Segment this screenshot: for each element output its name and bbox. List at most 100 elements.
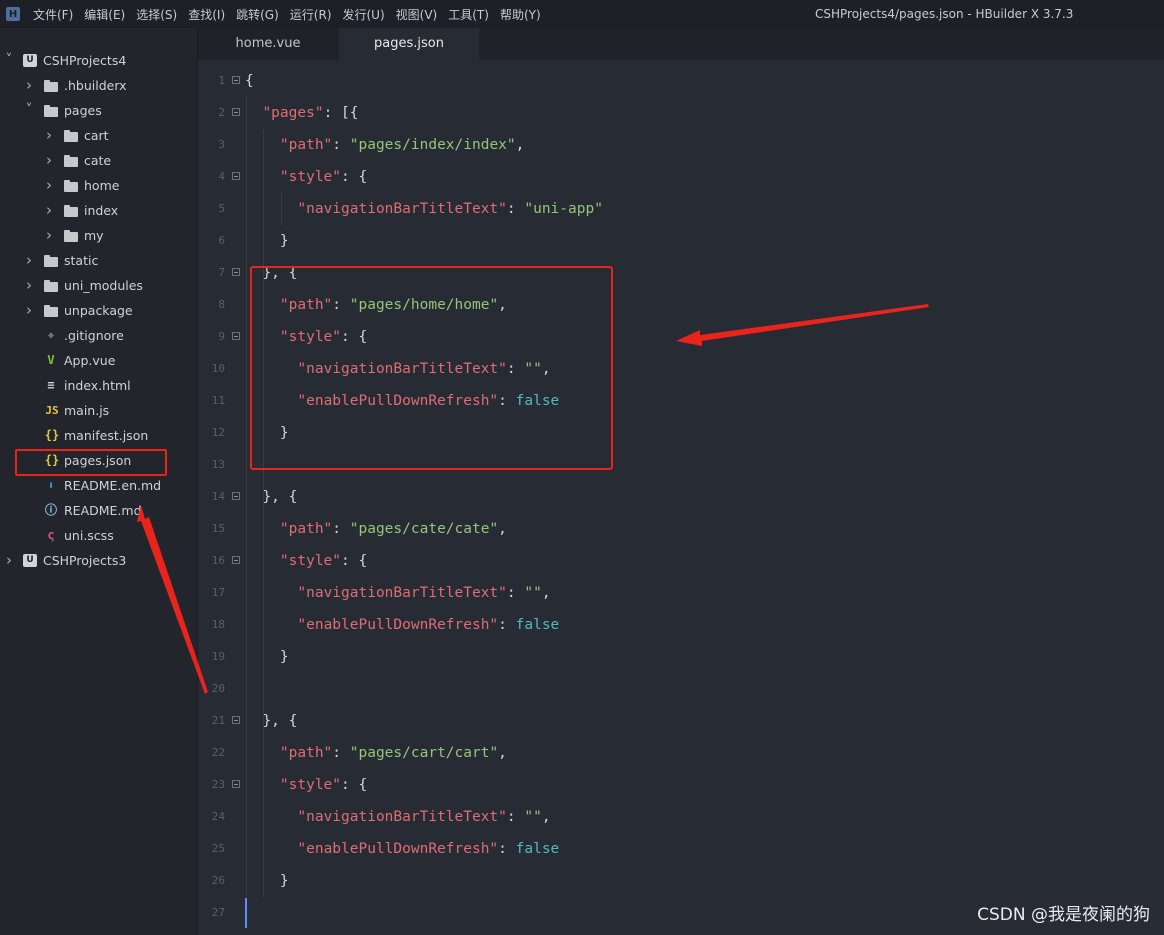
folder-icon <box>64 230 78 242</box>
fold-toggle-icon[interactable] <box>232 492 240 500</box>
chevron-right-icon[interactable]: › <box>24 73 34 98</box>
menu-item[interactable]: 工具(T) <box>448 6 489 23</box>
menu-item[interactable]: 帮助(Y) <box>500 6 541 23</box>
line-number: 13 <box>211 458 225 471</box>
tree-item[interactable]: › unpackage <box>0 298 197 323</box>
tree-item[interactable]: ˅ pages <box>0 98 197 123</box>
fold-toggle-icon[interactable] <box>232 780 240 788</box>
menu-item[interactable]: 文件(F) <box>33 6 73 23</box>
line-number: 15 <box>211 522 225 535</box>
tree-item[interactable]: › U CSHProjects3 <box>0 548 197 573</box>
code-content: "enablePullDownRefresh": false <box>297 609 559 641</box>
tree-item[interactable]: › cate <box>0 148 197 173</box>
tree-item[interactable]: ◆ .gitignore <box>0 323 197 348</box>
menu-item[interactable]: 选择(S) <box>136 6 177 23</box>
code-line: 1{ <box>198 65 1164 97</box>
fold-toggle-icon[interactable] <box>232 172 240 180</box>
chevron-right-icon[interactable]: › <box>44 148 54 173</box>
json-boolean: false <box>515 841 560 857</box>
json-punctuation: : <box>498 841 516 857</box>
json-punctuation: } <box>279 649 289 665</box>
menu-item[interactable]: 视图(V) <box>396 6 438 23</box>
code-content: "navigationBarTitleText": "", <box>297 577 550 609</box>
tree-item-label: README.en.md <box>64 478 162 493</box>
code-line: 22 "path": "pages/cart/cart", <box>198 737 1164 769</box>
chevron-right-icon[interactable]: › <box>44 123 54 148</box>
json-string: "" <box>524 585 542 601</box>
chevron-right-icon[interactable]: › <box>24 298 34 323</box>
annotation-box-pages-json <box>15 449 167 476</box>
json-file-icon: {} <box>44 428 60 442</box>
json-punctuation: : <box>506 201 525 217</box>
fold-toggle-icon[interactable] <box>232 108 240 116</box>
code-content: } <box>280 865 289 897</box>
indent-guide <box>263 129 264 897</box>
json-key: "navigationBarTitleText" <box>297 809 507 825</box>
chevron-right-icon[interactable]: › <box>44 198 54 223</box>
tree-item[interactable]: ⓘ README.md <box>0 498 197 523</box>
line-number: 9 <box>218 330 225 343</box>
tab-pages-json[interactable]: pages.json <box>339 28 479 60</box>
tree-item[interactable]: › static <box>0 248 197 273</box>
chevron-down-icon[interactable]: ˅ <box>24 98 34 123</box>
tree-item[interactable]: › cart <box>0 123 197 148</box>
tree-item[interactable]: › uni_modules <box>0 273 197 298</box>
chevron-right-icon[interactable]: › <box>44 223 54 248</box>
menu-item[interactable]: 发行(U) <box>343 6 385 23</box>
fold-toggle-icon[interactable] <box>232 716 240 724</box>
menu-item[interactable]: 运行(R) <box>290 6 332 23</box>
vue-file-icon: V <box>47 353 55 367</box>
code-content: "style": { <box>280 545 367 577</box>
code-editor[interactable]: 1{2 "pages": [{3 "path": "pages/index/inde… <box>198 60 1164 935</box>
json-key: "style" <box>279 777 342 793</box>
tree-item[interactable]: › .hbuilderx <box>0 73 197 98</box>
line-number: 1 <box>218 74 225 87</box>
line-number: 25 <box>211 842 225 855</box>
fold-toggle-icon[interactable] <box>232 76 240 84</box>
fold-toggle-icon[interactable] <box>232 268 240 276</box>
tree-item[interactable]: › home <box>0 173 197 198</box>
json-key: "style" <box>279 169 342 185</box>
chevron-right-icon[interactable]: › <box>4 548 14 573</box>
tree-item[interactable]: › my <box>0 223 197 248</box>
project-icon: U <box>23 554 37 567</box>
tree-item[interactable]: ≡ index.html <box>0 373 197 398</box>
text-cursor <box>245 898 247 928</box>
code-line: 16 "style": { <box>198 545 1164 577</box>
tree-item-label: my <box>84 228 104 243</box>
tree-item[interactable]: V App.vue <box>0 348 197 373</box>
tree-item[interactable]: JS main.js <box>0 398 197 423</box>
line-number: 2 <box>218 106 225 119</box>
json-key: "enablePullDownRefresh" <box>297 841 499 857</box>
tab-home-vue[interactable]: home.vue <box>198 28 338 60</box>
code-line: 18 "enablePullDownRefresh": false <box>198 609 1164 641</box>
json-key: "path" <box>279 137 333 153</box>
menu-item[interactable]: 跳转(G) <box>236 6 279 23</box>
line-number: 23 <box>211 778 225 791</box>
chevron-down-icon[interactable]: ˅ <box>4 48 14 73</box>
line-number: 11 <box>211 394 225 407</box>
fold-toggle-icon[interactable] <box>232 556 240 564</box>
json-punctuation: } <box>279 873 289 889</box>
tree-item[interactable]: › index <box>0 198 197 223</box>
tree-item[interactable]: ˅ U CSHProjects4 <box>0 48 197 73</box>
scss-file-icon: ς <box>47 528 55 542</box>
tree-item-label: uni_modules <box>64 278 143 293</box>
tree-item-label: index <box>84 203 119 218</box>
code-content: } <box>280 225 289 257</box>
tree-item[interactable]: ς uni.scss <box>0 523 197 548</box>
code-content: }, { <box>262 705 297 737</box>
chevron-right-icon[interactable]: › <box>44 173 54 198</box>
line-number: 16 <box>211 554 225 567</box>
json-key: "path" <box>279 745 333 761</box>
json-punctuation: }, { <box>262 489 298 505</box>
line-number: 20 <box>211 682 225 695</box>
json-key: "style" <box>279 553 342 569</box>
menu-item[interactable]: 编辑(E) <box>84 6 125 23</box>
tree-item[interactable]: ⬇ README.en.md <box>0 473 197 498</box>
menu-item[interactable]: 查找(I) <box>188 6 225 23</box>
fold-toggle-icon[interactable] <box>232 332 240 340</box>
chevron-right-icon[interactable]: › <box>24 248 34 273</box>
tree-item[interactable]: {} manifest.json <box>0 423 197 448</box>
chevron-right-icon[interactable]: › <box>24 273 34 298</box>
